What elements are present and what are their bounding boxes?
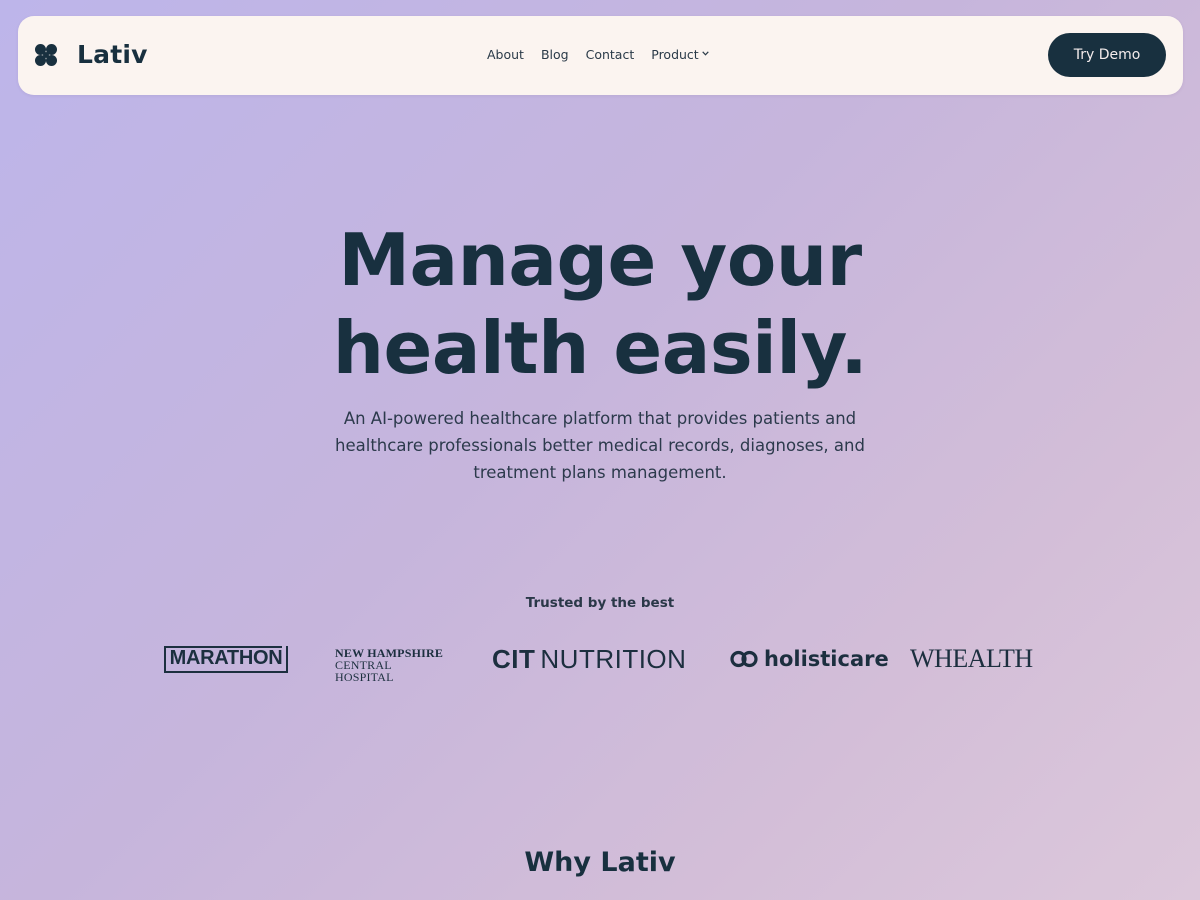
hero-subtitle: An AI-powered healthcare platform that p… — [335, 409, 865, 482]
nav-link-about[interactable]: About — [487, 46, 524, 64]
hero-title-line-1: Manage your — [338, 218, 862, 302]
partner-logos-row: MARATHON NEW HAMPSHIRE CENTRAL HOSPITAL … — [0, 630, 1200, 690]
cit-logo-bold: CIT — [492, 644, 536, 674]
nh-logo-line-2: CENTRAL HOSPITAL — [335, 658, 394, 684]
nav-link-blog[interactable]: Blog — [541, 46, 569, 64]
nav-link-product-label: Product — [651, 47, 699, 62]
chevron-down-icon — [701, 45, 709, 63]
try-demo-button[interactable]: Try Demo — [1048, 33, 1166, 77]
holisticare-logo-text: holisticare — [764, 647, 889, 671]
linked-rings-icon — [730, 650, 758, 668]
nav-link-contact[interactable]: Contact — [586, 46, 635, 64]
whealth-logo: WHEALTH — [910, 644, 1033, 673]
nh-central-hospital-logo: NEW HAMPSHIRE CENTRAL HOSPITAL — [335, 647, 451, 683]
trusted-heading: Trusted by the best — [525, 595, 675, 611]
brand-logo-link[interactable]: Lativ — [34, 42, 148, 68]
main-menu: About Blog Contact Product — [487, 46, 709, 64]
hero-title: Manage your health easily. — [0, 216, 1200, 392]
top-navbar: Lativ About Blog Contact Product Try Dem… — [18, 16, 1183, 95]
brand-name: Lativ — [77, 40, 148, 69]
why-lativ-heading: Why Lativ — [524, 847, 676, 878]
cit-nutrition-logo: CIT NUTRITION — [492, 644, 686, 674]
marathon-logo: MARATHON — [164, 646, 288, 673]
cit-logo-rest: NUTRITION — [540, 644, 687, 674]
hero-title-line-2: health easily. — [332, 306, 868, 390]
nav-link-product-dropdown[interactable]: Product — [651, 45, 709, 64]
four-petal-logo-icon — [35, 44, 57, 66]
holisticare-logo: holisticare — [729, 646, 889, 672]
